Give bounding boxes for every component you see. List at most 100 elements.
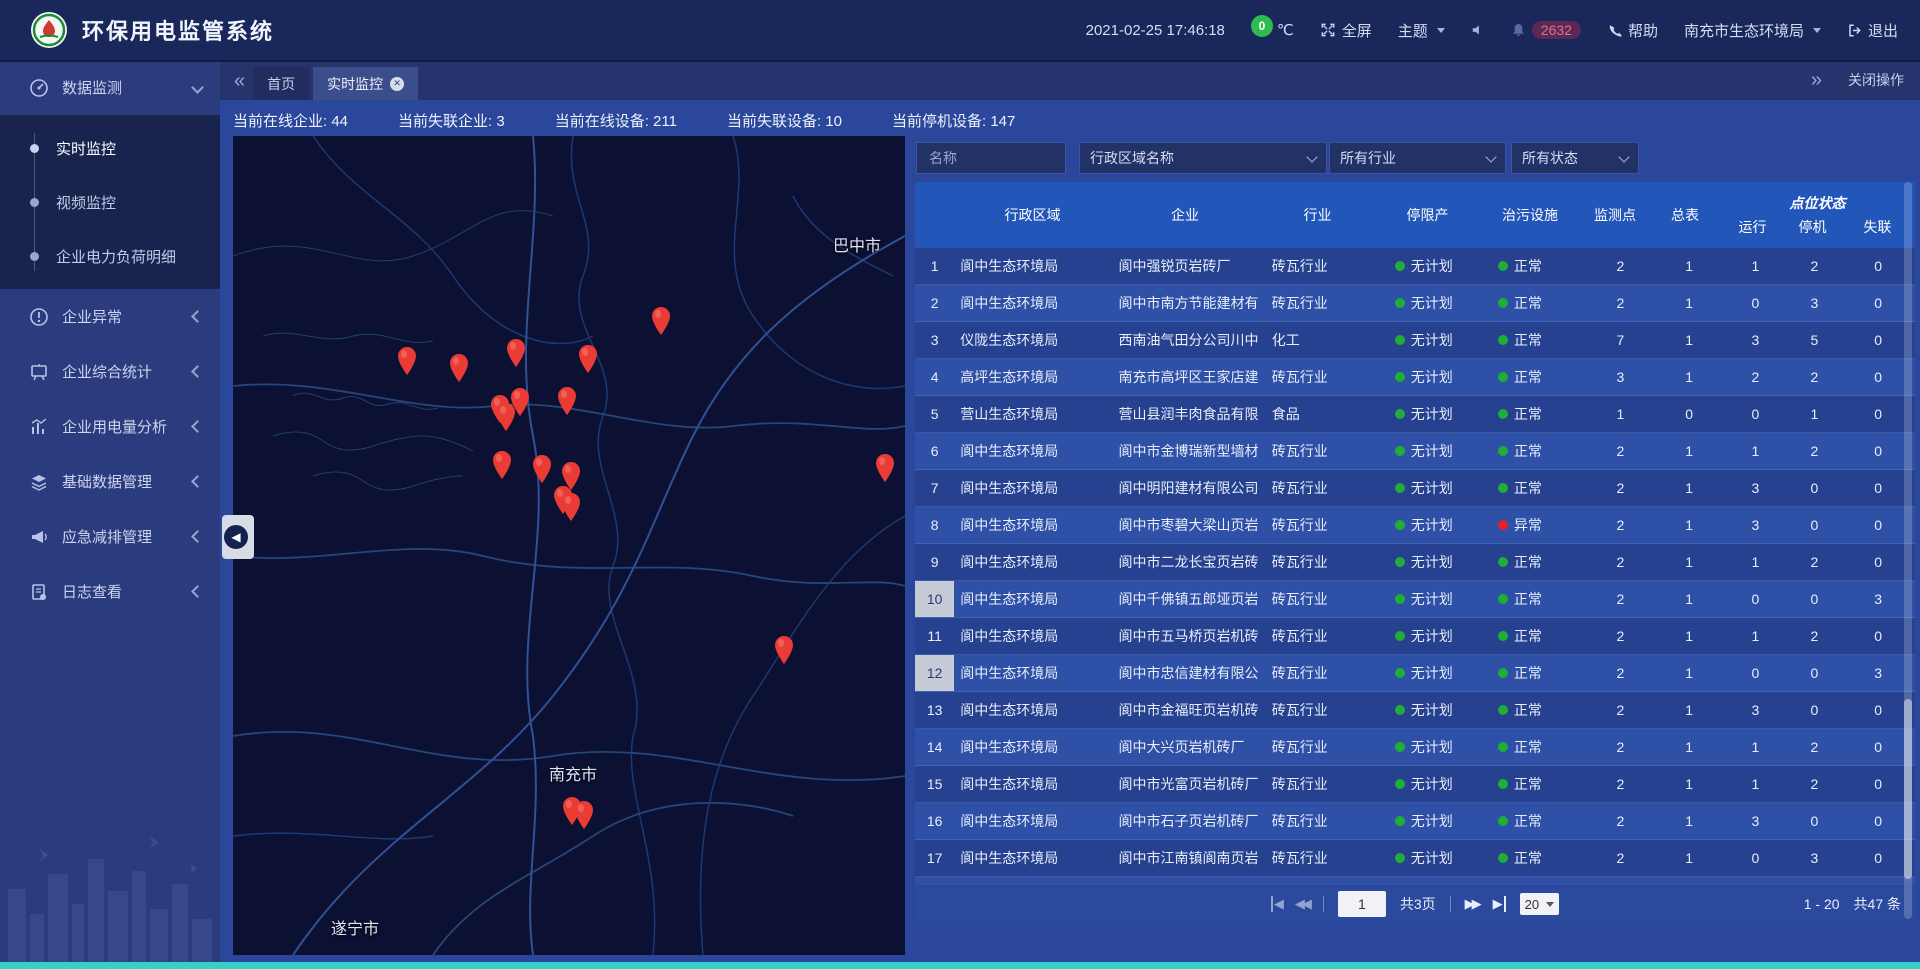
logout-button[interactable]: 退出 <box>1847 20 1898 41</box>
status-select[interactable]: 所有状态 <box>1511 142 1639 174</box>
map-pin-icon[interactable] <box>650 306 672 336</box>
page-size-select[interactable]: 20 <box>1520 893 1559 915</box>
mute-button[interactable] <box>1471 23 1485 37</box>
status-dot-icon <box>1498 668 1508 678</box>
cell-industry: 砖瓦行业 <box>1266 766 1385 802</box>
cell-run: 3 <box>1724 803 1788 839</box>
table-row[interactable]: 18南部生态环境局南部县砚华山河有限公建材加工无计划正常60060 <box>915 877 1915 885</box>
tabs-scroll-right-icon[interactable]: » <box>1811 70 1822 90</box>
status-dot-icon <box>1395 261 1405 271</box>
sidebar-group-7[interactable]: 日志查看 <box>0 564 220 619</box>
cell-production: 无计划 <box>1385 544 1488 580</box>
map-pin-icon[interactable] <box>573 800 595 830</box>
table-row[interactable]: 9阆中生态环境局阆中市二龙长宝页岩砖砖瓦行业无计划正常21120 <box>915 544 1915 581</box>
cell-region: 高坪生态环境局 <box>954 359 1112 395</box>
theme-dropdown[interactable]: 主题 <box>1398 20 1445 41</box>
sidebar-group-6[interactable]: 应急减排管理 <box>0 509 220 564</box>
cell-facility: 正常 <box>1488 729 1586 765</box>
tabs-scroll-left-icon[interactable]: « <box>234 71 245 91</box>
name-search-input[interactable] <box>916 142 1066 174</box>
map-pin-icon[interactable] <box>874 453 896 483</box>
table-scrollbar[interactable] <box>1904 182 1912 919</box>
industry-select[interactable]: 所有行业 <box>1329 142 1506 174</box>
table-row[interactable]: 7阆中生态环境局阆中明阳建材有限公司砖瓦行业无计划正常21300 <box>915 470 1915 507</box>
cell-facility: 正常 <box>1488 803 1586 839</box>
cell-region: 阆中生态环境局 <box>954 618 1112 654</box>
sidebar-group-label: 日志查看 <box>62 581 122 602</box>
sidebar-item-视频监控[interactable]: 视频监控 <box>0 175 220 229</box>
layers-icon <box>28 471 50 493</box>
previous-page-button[interactable]: ◀◀ <box>1295 896 1309 912</box>
map-pin-icon[interactable] <box>448 353 470 383</box>
status-dot-icon <box>1395 446 1405 456</box>
cell-facility: 正常 <box>1488 581 1586 617</box>
table-row[interactable]: 10阆中生态环境局阆中千佛镇五郎垭页岩砖瓦行业无计划正常21003 <box>915 581 1915 618</box>
help-button[interactable]: 帮助 <box>1607 20 1658 41</box>
sidebar-group-1[interactable]: 数据监测 <box>0 60 220 115</box>
table-row[interactable]: 2阆中生态环境局阆中市南方节能建材有砖瓦行业无计划正常21030 <box>915 285 1915 322</box>
stat-item: 当前失联设备: 10 <box>727 110 842 131</box>
cell-region: 阆中生态环境局 <box>954 840 1112 876</box>
table-row[interactable]: 5营山生态环境局营山县润丰肉食品有限食品无计划正常10010 <box>915 396 1915 433</box>
map-pin-icon[interactable] <box>773 635 795 665</box>
cell-run: 1 <box>1724 544 1788 580</box>
fullscreen-button[interactable]: 全屏 <box>1320 20 1372 41</box>
close-operations-button[interactable]: 关闭操作 <box>1848 70 1904 90</box>
sidebar-group-2[interactable]: 企业异常 <box>0 289 220 344</box>
map-pin-icon[interactable] <box>491 450 513 480</box>
map-pin-icon[interactable] <box>556 386 578 416</box>
cell-facility: 异常 <box>1488 507 1586 543</box>
close-tab-icon[interactable]: ✕ <box>390 77 404 91</box>
map-pin-icon[interactable] <box>577 344 599 374</box>
sidebar-item-企业电力负荷明细[interactable]: 企业电力负荷明细 <box>0 229 220 283</box>
table-row[interactable]: 3仪陇生态环境局西南油气田分公司川中化工无计划正常71350 <box>915 322 1915 359</box>
row-number: 7 <box>915 470 954 506</box>
table-row[interactable]: 4高坪生态环境局南充市高坪区王家店建砖瓦行业无计划正常31220 <box>915 359 1915 396</box>
status-dot-icon <box>1395 779 1405 789</box>
cell-stop: 0 <box>1787 507 1841 543</box>
first-page-button[interactable]: ◀ <box>1271 896 1281 912</box>
table-row[interactable]: 6阆中生态环境局阆中市金博瑞新型墙材砖瓦行业无计划正常21120 <box>915 433 1915 470</box>
sidebar-group-3[interactable]: 企业综合统计 <box>0 344 220 399</box>
last-page-button[interactable]: ▶ <box>1493 896 1506 912</box>
table-row[interactable]: 1阆中生态环境局阆中强锐页岩砖厂砖瓦行业无计划正常21120 <box>915 248 1915 285</box>
cell-meters: 1 <box>1655 581 1724 617</box>
notifications-button[interactable]: 2632 <box>1511 21 1581 39</box>
table-row[interactable]: 8阆中生态环境局阆中市枣碧大梁山页岩砖瓦行业无计划异常21300 <box>915 507 1915 544</box>
name-input-field[interactable] <box>927 149 1055 167</box>
next-page-button[interactable]: ▶▶ <box>1465 896 1479 912</box>
map-pin-icon[interactable] <box>509 387 531 417</box>
table-row[interactable]: 16阆中生态环境局阆中市石子页岩机砖厂砖瓦行业无计划正常21300 <box>915 803 1915 840</box>
map-pin-icon[interactable] <box>505 338 527 368</box>
status-dot-icon <box>1395 409 1405 419</box>
map-pin-icon[interactable] <box>560 492 582 522</box>
table-row[interactable]: 14阆中生态环境局阆中大兴页岩机砖厂砖瓦行业无计划正常21120 <box>915 729 1915 766</box>
table-row[interactable]: 17阆中生态环境局阆中市江南镇阆南页岩砖瓦行业无计划正常21030 <box>915 840 1915 877</box>
status-dot-icon <box>1498 298 1508 308</box>
map-panel[interactable]: 巴中市南充市遂宁市 <box>233 136 905 955</box>
scrollbar-thumb[interactable] <box>1904 699 1912 879</box>
cell-meters: 1 <box>1655 359 1724 395</box>
sidebar-group-5[interactable]: 基础数据管理 <box>0 454 220 509</box>
cell-facility: 正常 <box>1488 766 1586 802</box>
cell-meters: 1 <box>1655 470 1724 506</box>
table-row[interactable]: 12阆中生态环境局阆中市忠信建材有限公砖瓦行业无计划正常21003 <box>915 655 1915 692</box>
cell-production: 无计划 <box>1385 359 1488 395</box>
table-row[interactable]: 15阆中生态环境局阆中市光富页岩机砖厂砖瓦行业无计划正常21120 <box>915 766 1915 803</box>
map-pin-icon[interactable] <box>531 454 553 484</box>
table-row[interactable]: 13阆中生态环境局阆中市金福旺页岩机砖砖瓦行业无计划正常21300 <box>915 692 1915 729</box>
tab-home[interactable]: 首页 <box>253 67 309 100</box>
sidebar-group-4[interactable]: 企业用电量分析 <box>0 399 220 454</box>
sidebar-item-实时监控[interactable]: 实时监控 <box>0 121 220 175</box>
sidebar-collapse-toggle[interactable]: ◀ <box>222 515 254 559</box>
tab-realtime-monitoring[interactable]: 实时监控 ✕ <box>313 67 418 100</box>
region-select[interactable]: 行政区域名称 <box>1079 142 1327 174</box>
cell-facility: 正常 <box>1488 544 1586 580</box>
page-number-input[interactable] <box>1338 891 1386 917</box>
status-dot-icon <box>1395 631 1405 641</box>
table-row[interactable]: 11阆中生态环境局阆中市五马桥页岩机砖砖瓦行业无计划正常21120 <box>915 618 1915 655</box>
cell-points: 2 <box>1586 618 1655 654</box>
organization-dropdown[interactable]: 南充市生态环境局 <box>1684 20 1821 41</box>
map-pin-icon[interactable] <box>396 346 418 376</box>
temperature-widget: 0 ℃ <box>1251 21 1294 39</box>
